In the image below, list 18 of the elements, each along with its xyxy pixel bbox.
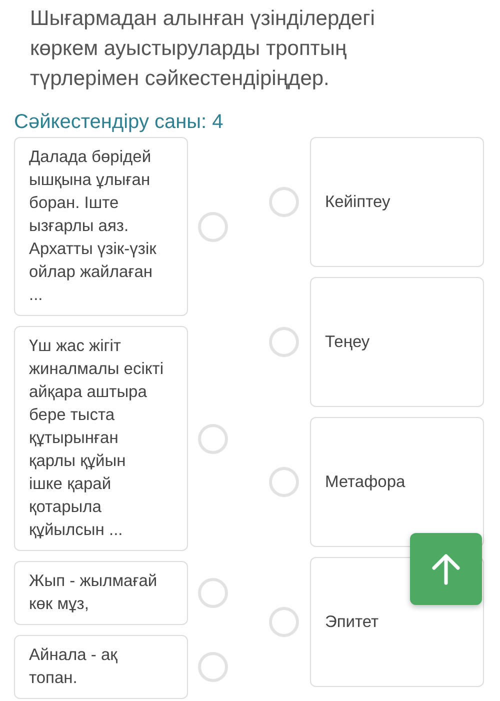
radio-button[interactable] — [269, 187, 299, 217]
radio-button[interactable] — [198, 424, 228, 454]
match-count: Сәйкестендіру саны: 4 — [14, 110, 224, 134]
radio-button[interactable] — [198, 652, 228, 682]
radio-button[interactable] — [198, 212, 228, 242]
radio-button[interactable] — [269, 327, 299, 357]
question-text: Шығармадан алынған үзінділердегі көркем ауыстыруларды троптың түрлерімен сәйкестендіріңдер. — [29, 6, 376, 92]
radio-button[interactable] — [198, 578, 228, 608]
radio-button[interactable] — [269, 607, 299, 637]
match-card[interactable]: Теңеу — [310, 277, 484, 407]
match-card[interactable]: Жып - жылмағай көк мұз, — [14, 561, 188, 625]
match-card[interactable]: Далада бөрідей ышқына ұлыған боран. Іште ызғарлы аяз. Архатты үзік-үзік ойлар жайлаған ... — [14, 137, 188, 316]
match-card[interactable]: Үш жас жігіт жиналмалы есікті айқара аштыра бере тыста құтырынған қарлы құйын ішке қарай қотарыла құйылсын ... — [14, 326, 188, 551]
match-card[interactable]: Кейіптеу — [310, 137, 484, 267]
scroll-top-button[interactable] — [410, 533, 482, 605]
radio-button[interactable] — [269, 467, 299, 497]
arrow-up-icon — [429, 552, 463, 586]
match-card[interactable]: Айнала - ақ топан. — [14, 635, 188, 699]
